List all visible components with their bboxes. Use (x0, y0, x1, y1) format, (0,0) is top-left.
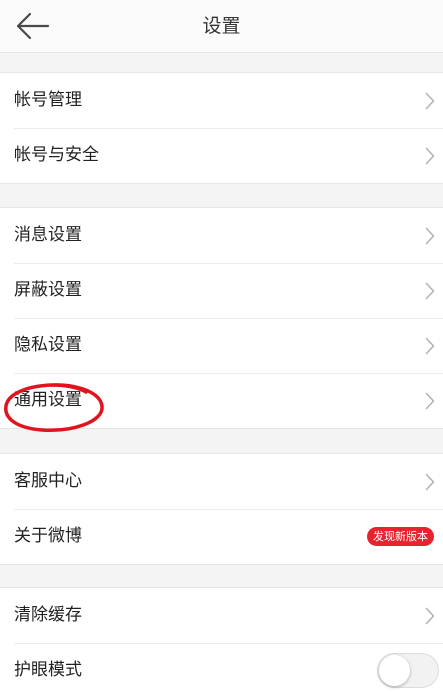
settings-item-label: 清除缓存 (14, 605, 82, 625)
settings-item-account-management[interactable]: 帐号管理 (0, 73, 443, 128)
arrow-left-icon (10, 8, 54, 44)
chevron-right-icon (425, 473, 435, 491)
settings-item-block[interactable]: 屏蔽设置 (0, 263, 443, 318)
settings-group-preferences: 消息设置 屏蔽设置 隐私设置 通用设置 (0, 207, 443, 429)
chevron-right-icon (425, 147, 435, 165)
settings-item-label: 隐私设置 (14, 335, 82, 355)
navigation-bar: 设置 (0, 0, 443, 53)
settings-item-label: 护眼模式 (14, 660, 82, 680)
settings-group-misc: 清除缓存 护眼模式 (0, 587, 443, 692)
settings-item-eye-care[interactable]: 护眼模式 (0, 643, 443, 692)
new-version-badge: 发现新版本 (367, 527, 434, 546)
settings-item-label: 帐号管理 (14, 90, 82, 110)
settings-item-privacy[interactable]: 隐私设置 (0, 318, 443, 373)
settings-item-label: 关于微博 (14, 526, 82, 546)
settings-group-account: 帐号管理 帐号与安全 (0, 72, 443, 184)
settings-screen: 设置 帐号管理 帐号与安全 消息设置 屏蔽设置 隐私设置 通用设置 客服中心 关… (0, 0, 443, 692)
settings-item-general[interactable]: 通用设置 (0, 373, 443, 428)
settings-group-support: 客服中心 关于微博 发现新版本 (0, 453, 443, 565)
settings-item-label: 屏蔽设置 (14, 280, 82, 300)
settings-item-label: 消息设置 (14, 225, 82, 245)
page-title: 设置 (202, 15, 241, 37)
chevron-right-icon (425, 282, 435, 300)
back-button[interactable] (10, 8, 54, 44)
toggle-knob (379, 655, 410, 686)
chevron-right-icon (425, 92, 435, 110)
chevron-right-icon (425, 607, 435, 625)
settings-item-label: 客服中心 (14, 471, 82, 491)
settings-item-account-security[interactable]: 帐号与安全 (0, 128, 443, 183)
settings-item-label: 帐号与安全 (14, 145, 99, 165)
chevron-right-icon (425, 337, 435, 355)
settings-item-message[interactable]: 消息设置 (0, 208, 443, 263)
chevron-right-icon (425, 392, 435, 410)
settings-item-label: 通用设置 (14, 390, 82, 410)
eye-care-toggle[interactable] (377, 653, 439, 688)
settings-item-clear-cache[interactable]: 清除缓存 (0, 588, 443, 643)
chevron-right-icon (425, 227, 435, 245)
settings-item-about[interactable]: 关于微博 发现新版本 (0, 509, 443, 564)
settings-item-customer-service[interactable]: 客服中心 (0, 454, 443, 509)
